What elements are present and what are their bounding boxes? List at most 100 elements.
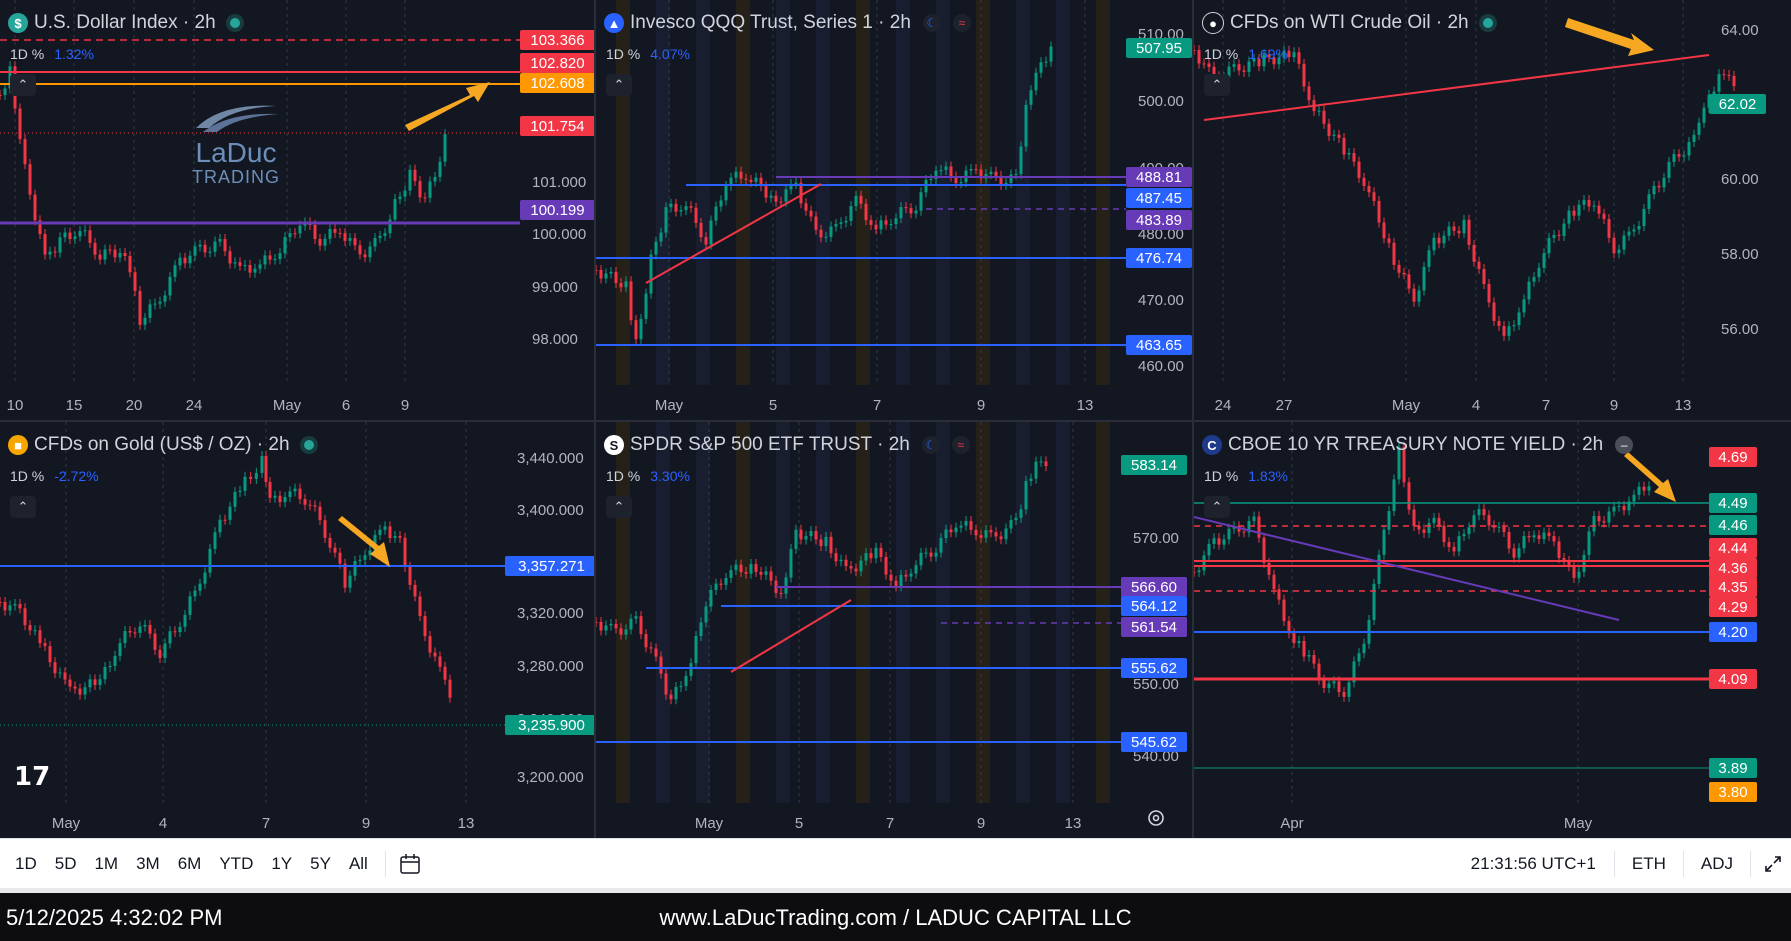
price-tag[interactable]: 555.62	[1121, 658, 1187, 678]
price-tag[interactable]: 102.820	[520, 53, 594, 73]
candle-body	[639, 318, 643, 340]
price-tag[interactable]: 4.35	[1709, 577, 1757, 597]
candle-body	[1297, 641, 1301, 644]
adjust-toggle[interactable]: ADJ	[1692, 854, 1742, 874]
chart-pane-crude[interactable]: 64.0062.0060.0058.0056.002427May4791362.…	[1194, 0, 1791, 420]
chart-canvas-qqq[interactable]: 510.00500.00490.00480.00470.00460.00May5…	[596, 0, 1192, 420]
collapse-legend-button[interactable]: ⌃	[606, 496, 632, 518]
chart-canvas-spy[interactable]: 580.00570.00560.00550.00540.00May5791358…	[596, 422, 1192, 838]
chart-canvas-dxy[interactable]: 102.000101.000100.00099.00098.0001015202…	[0, 0, 594, 420]
range-1m[interactable]: 1M	[85, 854, 127, 874]
range-5y[interactable]: 5Y	[301, 854, 340, 874]
candle-body	[249, 476, 253, 479]
range-1d[interactable]: 1D	[6, 854, 46, 874]
price-tag[interactable]: 476.74	[1126, 248, 1192, 268]
chart-canvas-crude[interactable]: 64.0062.0060.0058.0056.002427May4791362.…	[1194, 0, 1791, 420]
price-tag[interactable]: 3,235.900	[505, 715, 594, 735]
x-axis-tick: 4	[1472, 397, 1480, 414]
candle-body	[228, 506, 232, 520]
candle-body	[223, 519, 227, 521]
candle-body	[659, 232, 663, 242]
range-6m[interactable]: 6M	[169, 854, 211, 874]
price-tag[interactable]: 3.89	[1709, 758, 1757, 778]
candle-body	[23, 139, 27, 165]
price-tag[interactable]: 62.02	[1709, 94, 1766, 114]
candle-body	[989, 171, 993, 175]
candle-body	[1402, 272, 1406, 275]
chart-pane-spy[interactable]: 580.00570.00560.00550.00540.00May5791358…	[596, 422, 1192, 838]
range-all[interactable]: All	[340, 854, 377, 874]
session-toggle[interactable]: ETH	[1623, 854, 1675, 874]
price-tag[interactable]: 4.09	[1709, 669, 1757, 689]
price-tag[interactable]: 4.36	[1709, 558, 1757, 578]
candle-body	[158, 649, 162, 658]
candle-body	[1582, 554, 1586, 572]
candle-body	[629, 618, 633, 630]
y-axis-tick: 60.00	[1721, 171, 1759, 188]
price-tag[interactable]: 102.608	[520, 73, 594, 93]
change-readout: 1D % 1.32%	[10, 46, 94, 62]
chart-pane-qqq[interactable]: 510.00500.00490.00480.00470.00460.00May5…	[596, 0, 1192, 420]
candle-body	[814, 216, 818, 230]
price-tag[interactable]: 4.20	[1709, 622, 1757, 642]
price-tag[interactable]: 463.65	[1126, 335, 1192, 355]
x-axis-tick: Apr	[1280, 815, 1303, 832]
chart-pane-tnx[interactable]: 4.604.00AprMay4.694.494.464.444.364.354.…	[1194, 422, 1791, 838]
price-tag[interactable]: 101.754	[520, 116, 594, 136]
candle-body	[203, 244, 207, 253]
price-tag[interactable]: 4.46	[1709, 515, 1757, 535]
candle-body	[619, 282, 623, 288]
chart-pane-dxy[interactable]: 102.000101.000100.00099.00098.0001015202…	[0, 0, 594, 420]
settings-gear-icon[interactable]	[1146, 808, 1166, 828]
candle-body	[1004, 528, 1008, 540]
price-tag[interactable]: 583.14	[1121, 455, 1187, 475]
collapse-legend-button[interactable]: ⌃	[10, 74, 36, 96]
candle-body	[228, 251, 232, 264]
fullscreen-icon[interactable]	[1763, 854, 1783, 874]
price-tag[interactable]: 3,357.271	[505, 556, 594, 576]
price-tag[interactable]: 4.29	[1709, 597, 1757, 617]
laduc-logo: LaDuc TRADING	[186, 98, 286, 188]
price-tag[interactable]: 4.69	[1709, 447, 1757, 467]
website-credit[interactable]: www.LaDucTrading.com / LADUC CAPITAL LLC	[0, 905, 1791, 931]
gold-bars-icon: ■	[8, 435, 28, 455]
price-tag[interactable]: 4.44	[1709, 538, 1757, 558]
price-tag[interactable]: 483.89	[1126, 210, 1192, 230]
candle-body	[38, 630, 42, 644]
collapse-legend-button[interactable]: ⌃	[1204, 74, 1230, 96]
candle-body	[368, 246, 372, 258]
chart-pane-gold[interactable]: 3,440.0003,400.0003,320.0003,280.0003,24…	[0, 422, 594, 838]
tradingview-logo[interactable]: 17	[14, 762, 50, 792]
chart-grid: 102.000101.000100.00099.00098.0001015202…	[0, 0, 1791, 838]
chart-canvas-gold[interactable]: 3,440.0003,400.0003,320.0003,280.0003,24…	[0, 422, 594, 838]
price-tag[interactable]: 561.54	[1121, 617, 1187, 637]
logo-subtext: TRADING	[192, 167, 280, 187]
price-tag[interactable]: 545.62	[1121, 732, 1187, 752]
collapse-legend-button[interactable]: ⌃	[10, 496, 36, 518]
price-tag[interactable]: 3.80	[1709, 782, 1757, 802]
price-tag[interactable]: 487.45	[1126, 188, 1192, 208]
price-tag[interactable]: 564.12	[1121, 596, 1187, 616]
collapse-legend-button[interactable]: ⌃	[1204, 496, 1230, 518]
price-tag[interactable]: 566.60	[1121, 577, 1187, 597]
candle-body	[1587, 200, 1591, 207]
price-tag[interactable]: 488.81	[1126, 167, 1192, 187]
clock-readout[interactable]: 21:31:56 UTC+1	[1461, 854, 1606, 874]
data-delay-icon: ≈	[952, 14, 971, 32]
candle-body	[1437, 517, 1441, 526]
price-tag[interactable]: 507.95	[1126, 38, 1192, 58]
range-1y[interactable]: 1Y	[262, 854, 301, 874]
candle-body	[93, 242, 97, 255]
date-range-calendar-icon[interactable]	[398, 852, 422, 876]
range-ytd[interactable]: YTD	[210, 854, 262, 874]
price-tag[interactable]: 4.49	[1709, 493, 1757, 513]
candle-body	[1014, 517, 1018, 521]
range-3m[interactable]: 3M	[127, 854, 169, 874]
price-tag-label: 463.65	[1136, 337, 1182, 354]
collapse-legend-button[interactable]: ⌃	[606, 74, 632, 96]
price-tag[interactable]: 100.199	[520, 200, 594, 220]
price-tag[interactable]: 103.366	[520, 30, 594, 50]
candle-body	[203, 572, 207, 584]
range-5d[interactable]: 5D	[46, 854, 86, 874]
chart-canvas-tnx[interactable]: 4.604.00AprMay4.694.494.464.444.364.354.…	[1194, 422, 1791, 838]
